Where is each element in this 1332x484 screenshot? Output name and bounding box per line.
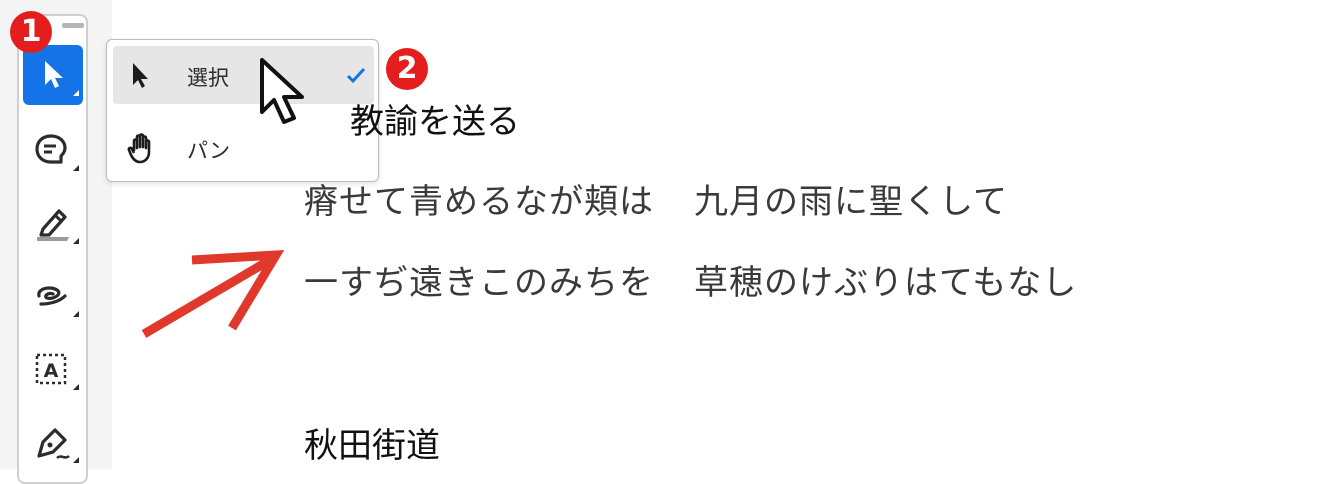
verse-line-2-left: 一すぢ遠きこのみちを — [304, 263, 654, 303]
tool-flyout-menu: 選択 パン — [106, 39, 379, 182]
annotation-arrow-icon — [141, 249, 285, 338]
highlight-tool-button[interactable] — [23, 193, 83, 253]
step-badge-two: 2 — [386, 48, 428, 90]
text-box-tool-button[interactable]: A — [23, 339, 83, 399]
toolbar-grip-handle[interactable] — [62, 23, 84, 28]
verse-line-2-right: 草穂のけぶりはてもなし — [694, 263, 1078, 303]
verse-line-1-left: 瘠せて青めるなが頬は — [304, 182, 654, 222]
comment-tool-button[interactable] — [23, 120, 83, 180]
arrow-pointer-icon — [133, 63, 148, 88]
menu-item-label: パン — [187, 139, 231, 163]
document-heading-1: 教諭を送る — [350, 102, 520, 142]
menu-item-select[interactable]: 選択 — [113, 46, 374, 104]
verse-line-1-right: 九月の雨に聖くして — [694, 182, 1008, 222]
mouse-cursor-icon — [260, 58, 304, 124]
document-heading-2: 秋田街道 — [304, 426, 440, 466]
signature-tool-button[interactable] — [23, 412, 83, 472]
hand-icon — [127, 133, 151, 164]
text-box-icon: A — [35, 353, 79, 390]
arrow-pointer-icon — [45, 61, 79, 96]
highlighter-icon — [37, 209, 79, 244]
comment-bubble-icon — [35, 134, 79, 171]
menu-item-label: 選択 — [187, 66, 229, 90]
freehand-draw-icon — [37, 286, 79, 317]
menu-item-pan[interactable]: パン — [113, 119, 374, 177]
select-tool-button[interactable] — [23, 45, 83, 105]
checkmark-icon — [346, 67, 366, 84]
verse-line-1: 瘠せて青めるなが頬は 九月の雨に聖くして — [304, 174, 1008, 223]
draw-tool-button[interactable] — [23, 266, 83, 326]
svg-text:A: A — [44, 360, 59, 382]
pen-sign-icon — [37, 428, 79, 463]
verse-line-2: 一すぢ遠きこのみちを 草穂のけぶりはてもなし — [304, 255, 1077, 304]
step-badge-one: 1 — [10, 11, 52, 53]
